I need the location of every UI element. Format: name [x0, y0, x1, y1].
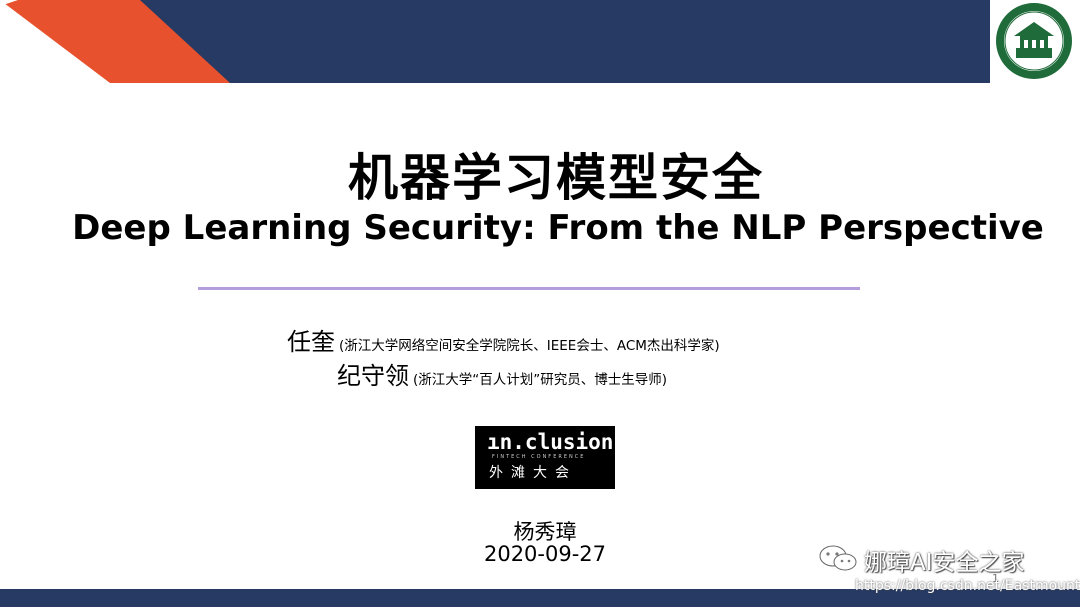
author-2-name: 纪守领: [337, 362, 409, 390]
author-1: 任奎 (浙江大学网络空间安全学院院长、IEEE会士、ACM杰出科学家): [287, 322, 720, 357]
conference-name-chinese: 外滩大会: [489, 465, 577, 481]
conference-subtitle: FINTECH CONFERENCE: [492, 454, 586, 460]
university-logo: [990, 0, 1080, 83]
conference-logo: ın.clusion FINTECH CONFERENCE 外滩大会: [475, 426, 615, 489]
author-2: 纪守领 (浙江大学“百人计划”研究员、博士生导师): [337, 356, 667, 391]
watermark-account: 娜璋AI安全之家: [864, 550, 1025, 576]
header-band: [0, 0, 990, 83]
watermark-url: https://blog.csdn.net/Eastmount: [855, 578, 1080, 594]
slide-title-english: Deep Learning Security: From the NLP Per…: [72, 208, 1044, 248]
conference-brand: ın.clusion: [487, 430, 614, 454]
author-1-affiliation: (浙江大学网络空间安全学院院长、IEEE会士、ACM杰出科学家): [339, 338, 720, 354]
author-1-name: 任奎: [287, 328, 335, 356]
wechat-icon: [819, 545, 857, 571]
slide-title-chinese: 机器学习模型安全: [348, 149, 764, 207]
header-decoration: [0, 0, 230, 83]
presentation-slide: 机器学习模型安全 Deep Learning Security: From th…: [0, 0, 1080, 607]
university-seal-icon: [996, 3, 1072, 79]
title-divider: [198, 287, 860, 290]
author-2-affiliation: (浙江大学“百人计划”研究员、博士生导师): [413, 372, 668, 388]
header-orange-stripe: [110, 0, 230, 83]
